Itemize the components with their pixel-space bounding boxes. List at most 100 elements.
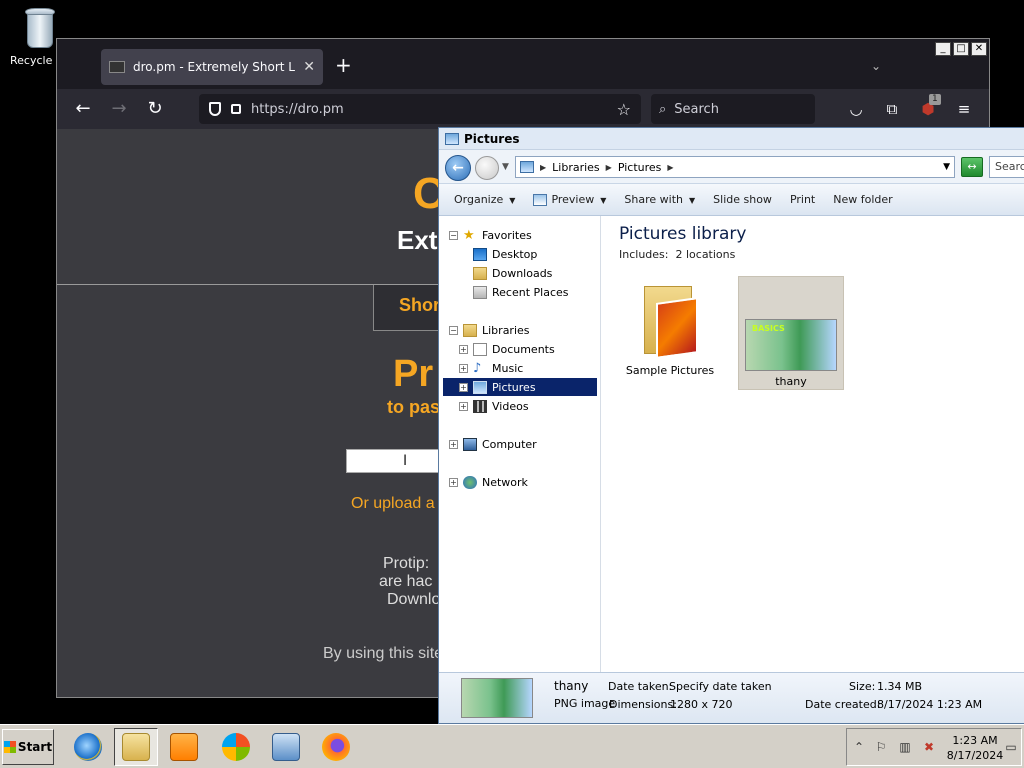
internet-explorer-icon (74, 733, 102, 761)
bookmark-star-icon[interactable]: ☆ (617, 100, 631, 119)
file-item-folder[interactable]: Sample Pictures (622, 278, 718, 390)
file-item-label: Sample Pictures (625, 364, 715, 377)
site-tagline: Ext (397, 225, 438, 255)
pocket-icon[interactable]: ◡ (845, 98, 867, 120)
library-includes: Includes: 2 locations (619, 248, 736, 261)
folder-icon (122, 733, 150, 761)
taskbar-media-player[interactable] (162, 728, 206, 766)
nav-network[interactable]: + Network (449, 473, 528, 491)
reload-icon[interactable]: ↻ (143, 97, 167, 121)
breadcrumb-separator-icon[interactable]: ▶ (667, 163, 673, 172)
menu-icon[interactable]: ≡ (953, 98, 975, 120)
windows-flag-icon (3, 741, 16, 753)
details-created-label: Date created: (805, 698, 881, 711)
breadcrumb-libraries[interactable]: Libraries (552, 161, 600, 174)
recent-pages-chevron-icon[interactable]: ▼ (502, 162, 509, 172)
nav-libraries[interactable]: − Libraries (449, 321, 530, 339)
network-icon (463, 475, 477, 489)
start-button[interactable]: Start (2, 729, 54, 765)
details-date-taken-value[interactable]: Specify date taken (669, 680, 772, 693)
browser-tab[interactable]: dro.pm - Extremely Short Links ✕ (101, 49, 323, 85)
share-with-button[interactable]: Share with ▼ (624, 193, 695, 206)
extensions-icon[interactable]: ⧉ (881, 98, 903, 120)
upload-link[interactable]: Or upload a (351, 495, 435, 513)
ublock-icon[interactable]: ⬢ 1 (917, 94, 941, 120)
tab-bar: dro.pm - Extremely Short Links ✕ + ⌄ (57, 39, 989, 89)
forward-button[interactable] (475, 156, 499, 180)
nav-documents[interactable]: + Documents (459, 340, 555, 358)
details-thumbnail (461, 678, 533, 718)
url-text[interactable]: https://dro.pm (251, 102, 607, 117)
nav-recent-places[interactable]: Recent Places (473, 283, 569, 301)
volume-muted-icon[interactable]: ✖ (921, 739, 937, 755)
back-arrow-icon[interactable]: ← (71, 97, 95, 121)
nav-pictures[interactable]: + Pictures (443, 378, 597, 396)
nav-music[interactable]: + ♪ Music (459, 359, 523, 377)
clock-time: 1:23 AM (952, 734, 998, 747)
nav-favorites[interactable]: − ★ Favorites (449, 226, 532, 244)
new-tab-button[interactable]: + (335, 55, 352, 75)
shield-icon[interactable] (209, 102, 221, 116)
file-item-image[interactable]: BASICS thany (738, 276, 844, 390)
breadcrumb-pictures[interactable]: Pictures (618, 161, 662, 174)
libraries-icon (463, 323, 477, 337)
close-tab-icon[interactable]: ✕ (303, 59, 315, 75)
network-tray-icon[interactable]: ▥ (897, 739, 913, 755)
window-controls: _ □ ✕ (935, 42, 987, 56)
new-folder-button[interactable]: New folder (833, 193, 892, 206)
protip-line-1: Protip: (383, 555, 430, 572)
slide-show-button[interactable]: Slide show (713, 193, 772, 206)
nav-computer[interactable]: + Computer (449, 435, 537, 453)
details-dimensions-label: Dimensions: (609, 698, 677, 711)
breadcrumb[interactable]: ▶ Libraries ▶ Pictures ▶ ▼ (515, 156, 955, 178)
recent-places-icon (473, 285, 487, 299)
breadcrumb-separator-icon[interactable]: ▶ (606, 163, 612, 172)
clock[interactable]: 1:23 AM 8/17/2024 (945, 733, 1005, 763)
explorer-window: Pictures ← ▼ ▶ Libraries ▶ Pictures ▶ ▼ … (438, 127, 1024, 724)
taskbar-ie[interactable] (66, 728, 110, 766)
forward-arrow-icon[interactable]: → (107, 97, 131, 121)
nav-desktop[interactable]: Desktop (473, 245, 537, 263)
show-hidden-icons-icon[interactable]: ⌃ (851, 739, 867, 755)
explorer-search-input[interactable]: Searc (989, 156, 1024, 178)
breadcrumb-separator-icon[interactable]: ▶ (540, 163, 546, 172)
promo-subheading: to pas (387, 397, 441, 417)
taskbar-explorer[interactable] (114, 728, 158, 766)
details-type: PNG image (554, 697, 616, 710)
computer-icon (463, 437, 477, 451)
tab-title: dro.pm - Extremely Short Links (133, 60, 295, 74)
print-button[interactable]: Print (790, 193, 815, 206)
explorer-title: Pictures (464, 131, 520, 146)
show-desktop-icon[interactable]: ▭ (1003, 739, 1019, 755)
includes-locations-link[interactable]: 2 locations (675, 248, 735, 261)
link-input[interactable] (346, 449, 446, 473)
preview-button[interactable]: Preview ▼ (533, 193, 606, 206)
search-input[interactable]: ⌕ Search (651, 94, 815, 124)
url-bar[interactable]: https://dro.pm ☆ (199, 94, 641, 124)
maximize-button[interactable]: □ (953, 42, 969, 56)
nav-videos[interactable]: + Videos (459, 397, 529, 415)
organize-button[interactable]: Organize ▼ (454, 193, 515, 206)
minimize-button[interactable]: _ (935, 42, 951, 56)
file-item-label: thany (775, 375, 807, 388)
taskbar-firefox[interactable] (314, 728, 358, 766)
control-panel-icon (272, 733, 300, 761)
back-button[interactable]: ← (445, 155, 471, 181)
pictures-folder-icon (445, 132, 459, 145)
explorer-titlebar[interactable]: Pictures (439, 128, 1024, 150)
firefox-icon (322, 733, 350, 761)
search-icon: ⌕ (659, 101, 667, 117)
text-cursor-icon: I (403, 453, 408, 469)
taskbar-windows[interactable] (214, 728, 258, 766)
nav-downloads[interactable]: Downloads (473, 264, 552, 282)
details-name: thany (554, 679, 589, 693)
taskbar-control-panel[interactable] (264, 728, 308, 766)
list-tabs-chevron-icon[interactable]: ⌄ (871, 59, 881, 73)
lock-icon[interactable] (231, 104, 241, 114)
action-center-flag-icon[interactable]: ⚐ (873, 739, 889, 755)
refresh-button[interactable]: ↔ (961, 157, 983, 177)
shorten-tab-label: Shor (399, 295, 441, 315)
close-button[interactable]: ✕ (971, 42, 987, 56)
details-size-label: Size: (849, 680, 876, 693)
address-dropdown-icon[interactable]: ▼ (943, 162, 950, 172)
